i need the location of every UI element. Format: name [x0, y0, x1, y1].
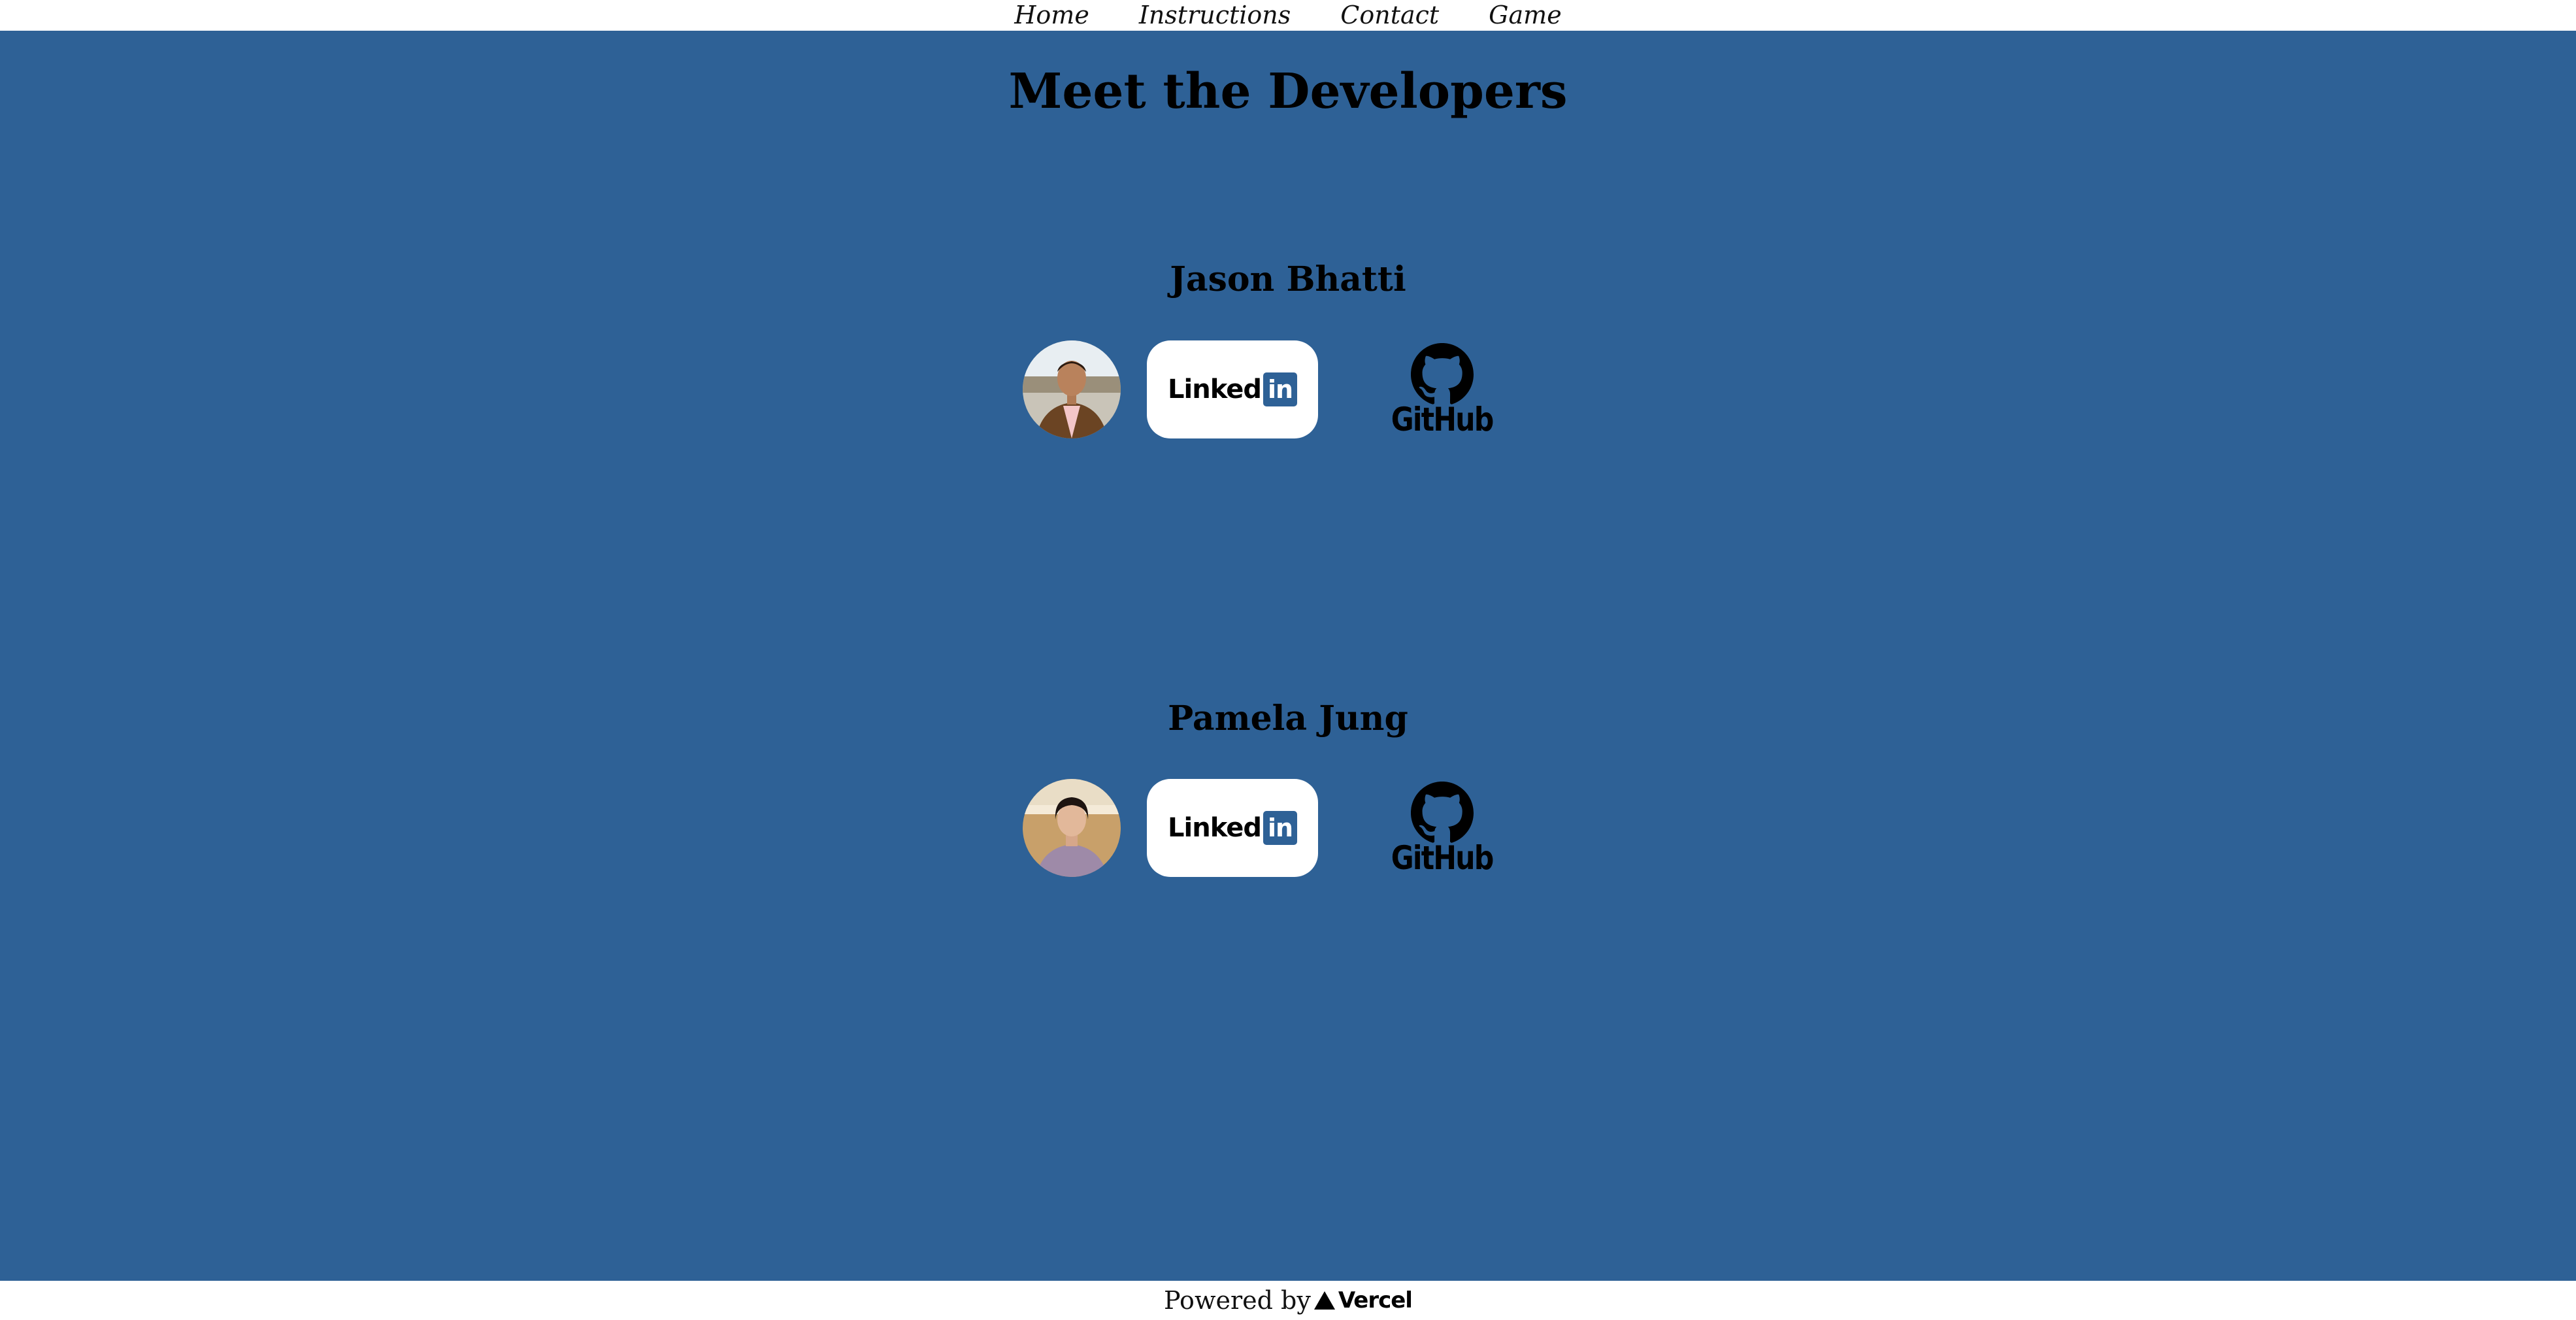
github-button[interactable]: GitHub [1390, 779, 1494, 877]
profile-photo [1023, 340, 1121, 438]
footer: Powered by Vercel [0, 1281, 2576, 1320]
top-navigation: Home Instructions Contact Game [0, 0, 2576, 31]
profile-photo [1023, 779, 1121, 877]
nav-game-link[interactable]: Game [1489, 0, 1562, 31]
developers-section: Meet the Developers Jason Bhatti Linked … [0, 31, 2576, 1281]
nav-contact-link[interactable]: Contact [1340, 0, 1439, 31]
github-octocat-icon [1411, 343, 1474, 404]
developer-name: Pamela Jung [1168, 699, 1408, 738]
vercel-link[interactable]: Vercel [1313, 1287, 1413, 1313]
nav-instructions-link[interactable]: Instructions [1139, 0, 1291, 31]
github-octocat-icon [1411, 782, 1474, 843]
powered-by-text: Powered by [1164, 1286, 1311, 1315]
vercel-logo-text: Vercel [1338, 1287, 1413, 1313]
vercel-triangle-icon [1313, 1291, 1335, 1310]
linkedin-logo-text: Linked [1168, 374, 1262, 404]
linkedin-button[interactable]: Linked in [1147, 779, 1318, 877]
developer-links-row: Linked in GitHub [1023, 340, 1545, 438]
page-title: Meet the Developers [1008, 63, 1568, 120]
developer-avatar[interactable] [1023, 340, 1121, 438]
github-logo-text: GitHub [1391, 401, 1494, 438]
linkedin-logo-text: Linked [1168, 813, 1262, 843]
linkedin-icon: in [1263, 811, 1297, 845]
github-logo-text: GitHub [1391, 839, 1494, 877]
linkedin-button[interactable]: Linked in [1147, 340, 1318, 438]
github-button[interactable]: GitHub [1390, 340, 1494, 438]
developer-avatar[interactable] [1023, 779, 1121, 877]
developer-links-row: Linked in GitHub [1023, 779, 1545, 877]
linkedin-icon: in [1263, 372, 1297, 406]
developer-name: Jason Bhatti [1170, 259, 1406, 299]
nav-home-link[interactable]: Home [1014, 0, 1089, 31]
